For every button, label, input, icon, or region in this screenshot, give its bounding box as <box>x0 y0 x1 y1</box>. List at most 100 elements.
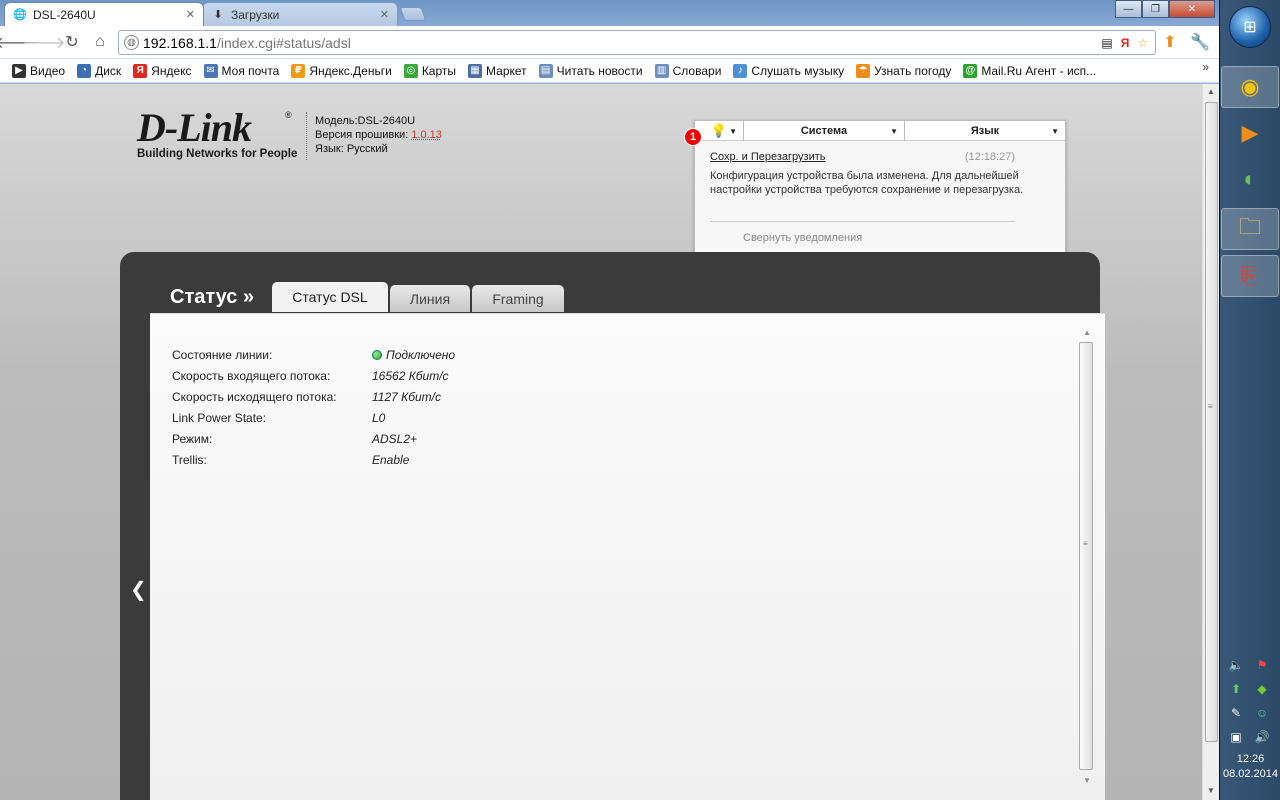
volume-icon[interactable]: 🔊 <box>1252 728 1272 746</box>
collapse-notifications-link[interactable]: Свернуть уведомления <box>743 232 862 244</box>
page-title: Статус » <box>170 286 255 308</box>
firmware-label: Версия прошивки: <box>315 129 409 141</box>
market-icon: ▦ <box>468 63 483 78</box>
speaker-muted-icon[interactable]: 🔈 <box>1226 656 1246 674</box>
tab-title: Загрузки <box>231 7 280 22</box>
bookmark-weather[interactable]: ☂ Узнать погоду <box>850 63 957 78</box>
browser-toolbar: 🡐 🡒 ↻ ⌂ ◍ 192.168.1.1/index.cgi#status/a… <box>0 26 1219 59</box>
bookmark-mail[interactable]: ✉ Моя почта <box>198 63 286 78</box>
status-panel: Состояние линии: Подключено Скорость вхо… <box>150 313 1105 800</box>
new-tab-button[interactable] <box>399 7 427 21</box>
bookmark-mailru-agent[interactable]: @ Mail.Ru Агент - исп... <box>957 63 1102 78</box>
brand-tagline: Building Networks for People <box>137 148 298 160</box>
bookmark-news[interactable]: ▤ Читать новости <box>533 63 649 78</box>
bookmark-label: Диск <box>95 63 122 78</box>
notification-message: Конфигурация устройства была изменена. Д… <box>710 170 1024 196</box>
system-clock[interactable]: 12:26 08.02.2014 <box>1220 752 1280 782</box>
firmware-version-link[interactable]: 1.0.13 <box>411 129 442 141</box>
reload-icon[interactable]: ↻ <box>60 31 84 53</box>
bookmark-label: Яндекс <box>151 63 192 78</box>
bookmark-video[interactable]: ▶ Видео <box>6 63 71 78</box>
tab-dsl-status[interactable]: Статус DSL <box>272 282 388 312</box>
start-button[interactable]: ⊞ <box>1229 6 1271 48</box>
chrome-taskbar-icon[interactable]: ◉ <box>1221 66 1279 108</box>
save-reboot-link[interactable]: Сохр. и Перезагрузить <box>710 151 826 163</box>
scroll-up-icon[interactable]: ▲ <box>1207 87 1215 96</box>
browser-taskbar-icon[interactable]: ◐ <box>1221 158 1279 200</box>
page-icon[interactable]: ▤ <box>1099 35 1115 51</box>
bookmark-yandex[interactable]: Я Яндекс <box>127 63 197 78</box>
browser-window: 🌐 DSL-2640U ✕ ⬇ Загрузки ✕ — ❐ ✕ 🡐 🡒 ↻ ⌂… <box>0 0 1219 800</box>
tab-downloads[interactable]: ⬇ Загрузки ✕ <box>202 2 398 26</box>
row-label-downstream: Скорость входящего потока: <box>172 369 331 383</box>
page-scrollbar[interactable]: ▲ ≡ ▼ <box>1202 84 1219 800</box>
notification-divider <box>710 221 1015 222</box>
maximize-button[interactable]: ❐ <box>1142 0 1169 18</box>
network-error-icon[interactable]: ⚑ <box>1252 656 1272 674</box>
panel-scroll-up-icon[interactable]: ▲ <box>1083 328 1091 337</box>
bookmark-dictionary[interactable]: ▥ Словари <box>649 63 728 78</box>
window-controls: — ❐ ✕ <box>1115 0 1215 18</box>
header-divider <box>306 112 307 160</box>
bookmark-star-icon[interactable]: ☆ <box>1135 35 1151 51</box>
site-info-icon[interactable]: ◍ <box>124 35 139 50</box>
users-tray-icon[interactable]: ☺ <box>1252 704 1272 722</box>
title-bar: 🌐 DSL-2640U ✕ ⬇ Загрузки ✕ — ❐ ✕ <box>0 0 1219 26</box>
address-bar[interactable]: ◍ 192.168.1.1/index.cgi#status/adsl ▤ Я … <box>118 30 1156 55</box>
bookmark-label: Яндекс.Деньги <box>309 63 392 78</box>
network-tray-icon[interactable]: ▣ <box>1226 728 1246 746</box>
close-window-button[interactable]: ✕ <box>1169 0 1215 18</box>
tab-dsl-2640u[interactable]: 🌐 DSL-2640U ✕ <box>4 2 204 26</box>
bookmark-label: Видео <box>30 63 66 78</box>
mailru-agent-icon: @ <box>963 63 978 78</box>
yandex-icon[interactable]: Я <box>1117 35 1133 51</box>
row-label-upstream: Скорость исходящего потока: <box>172 390 337 404</box>
bookmark-label: Моя почта <box>221 63 280 78</box>
bookmark-label: Словари <box>672 63 722 78</box>
music-icon: ♪ <box>733 63 748 78</box>
extension-icon[interactable]: ⬆ <box>1158 31 1182 53</box>
row-value-link-power: L0 <box>372 411 386 425</box>
bookmark-market[interactable]: ▦ Маркет <box>462 63 533 78</box>
row-value-line-state: Подключено <box>372 348 455 362</box>
yandex-icon: Я <box>133 63 148 78</box>
menu-language[interactable]: Язык ▼ <box>905 121 1065 141</box>
menu-system[interactable]: Система ▼ <box>744 121 905 141</box>
notifications-toggle[interactable]: 💡 ▼ <box>695 121 744 141</box>
bookmark-money[interactable]: ₽ Яндекс.Деньги <box>285 63 397 78</box>
media-player-taskbar-icon[interactable]: ▶ <box>1221 112 1279 154</box>
row-label-line-state: Состояние линии: <box>172 348 273 362</box>
address-host: 192.168.1.1 <box>143 34 217 51</box>
address-path: /index.cgi#status/adsl <box>216 34 351 51</box>
panel-scrollbar[interactable]: ≡ <box>1079 342 1093 770</box>
close-tab-icon[interactable]: ✕ <box>380 8 389 21</box>
panel-scroll-down-icon[interactable]: ▼ <box>1083 776 1091 785</box>
minimize-button[interactable]: — <box>1115 0 1142 18</box>
forward-icon[interactable]: 🡒 <box>23 31 66 53</box>
explorer-taskbar-icon[interactable]: 🗀 <box>1221 208 1279 250</box>
scrollbar-thumb[interactable] <box>1205 102 1218 742</box>
bookmark-music[interactable]: ♪ Слушать музыку <box>727 63 850 78</box>
pdf-reader-taskbar-icon[interactable]: ⎘ <box>1221 255 1279 297</box>
top-menu: 💡 ▼ Система ▼ Язык ▼ <box>695 121 1065 141</box>
wrench-icon[interactable]: 🔧 <box>1188 31 1212 53</box>
scroll-down-icon[interactable]: ▼ <box>1207 786 1215 795</box>
home-icon[interactable]: ⌂ <box>88 31 112 53</box>
bookmark-maps[interactable]: ◎ Карты <box>398 63 462 78</box>
close-tab-icon[interactable]: ✕ <box>186 8 195 21</box>
tab-line[interactable]: Линия <box>390 285 470 312</box>
nvidia-icon[interactable]: ◆ <box>1252 680 1272 698</box>
line-state-value: Подключено <box>386 348 456 362</box>
bookmarks-bar: ▶ Видео ◔ Диск Я Яндекс ✉ Моя почта ₽ Яндекс.День… <box>0 59 1219 83</box>
tab-framing[interactable]: Framing <box>472 285 564 312</box>
tools-tray-icon[interactable]: ✎ <box>1226 704 1246 722</box>
bookmarks-more-button[interactable]: » <box>1202 60 1209 74</box>
news-icon: ▤ <box>538 63 553 78</box>
bookmark-disk[interactable]: ◔ Диск <box>71 63 127 78</box>
brand-name: D-Link <box>137 105 252 150</box>
collapse-menu-arrow-icon[interactable]: ❮ <box>130 577 147 602</box>
bookmark-label: Маркет <box>486 63 527 78</box>
disk-icon: ◔ <box>77 63 92 78</box>
update-arrow-icon[interactable]: ⬆ <box>1226 680 1246 698</box>
clock-date: 08.02.2014 <box>1222 768 1279 780</box>
